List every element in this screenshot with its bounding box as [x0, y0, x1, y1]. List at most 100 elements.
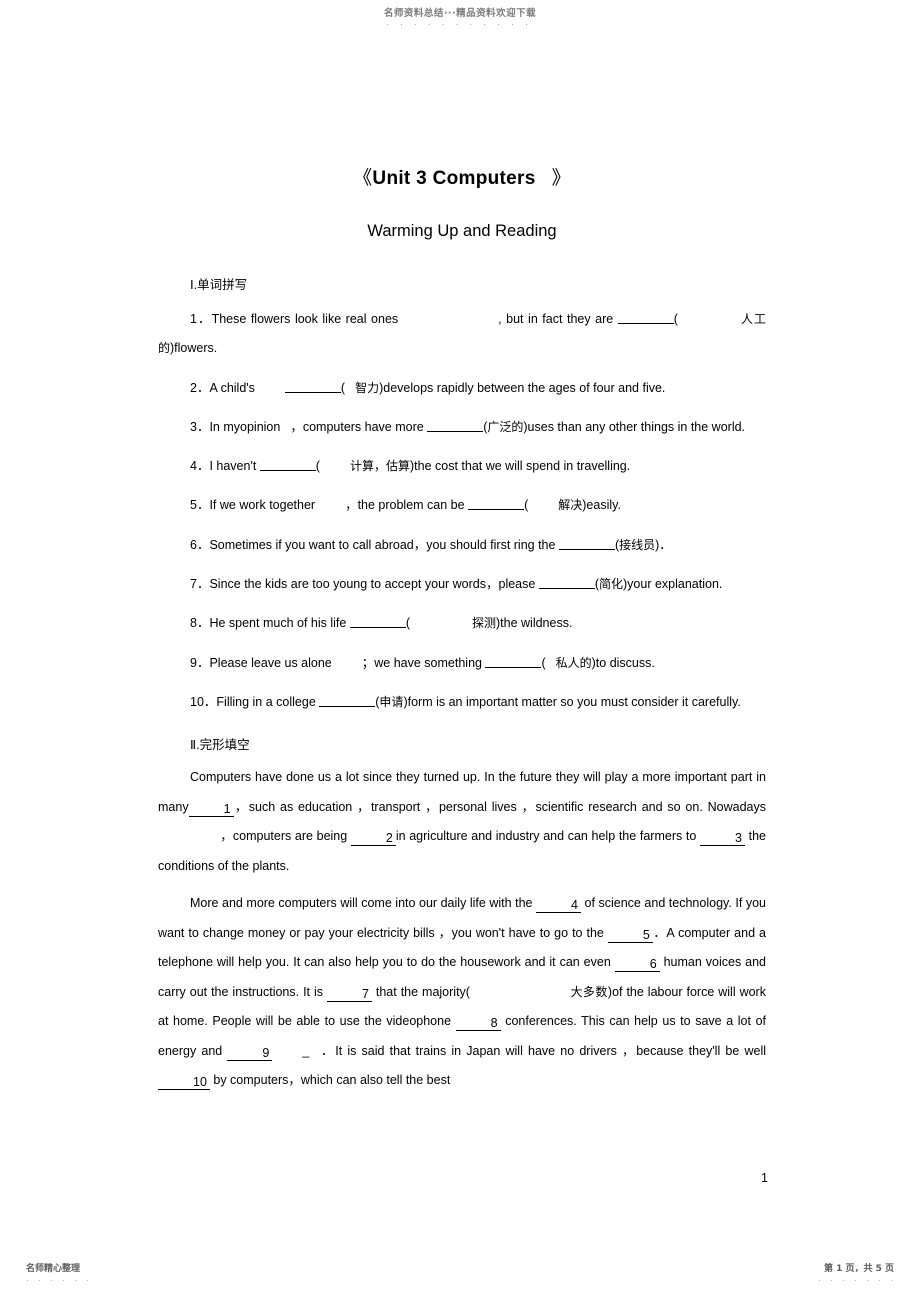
q5-text-3: )easily.: [582, 498, 621, 513]
cloze-paragraph-2: More and more computers will come into o…: [158, 896, 766, 1091]
cloze-p2-text-1: More and more computers will come into o…: [190, 896, 537, 911]
cloze-blank-1[interactable]: 1: [188, 802, 234, 817]
q1-text-1: These flowers look like real ones: [211, 312, 399, 326]
q8-number: 8．: [190, 616, 210, 631]
footer-right-dots: · · · · · · · ·: [818, 1276, 894, 1285]
q5-answer-blank[interactable]: [468, 498, 525, 511]
title-open-bracket: 《: [353, 168, 373, 189]
q6-text-3: )．: [655, 537, 672, 552]
title-text: Unit 3 Computers: [372, 168, 536, 189]
footer-right: 第 1 页，共 5 页 · · · · · · · ·: [818, 1264, 894, 1285]
q9-hint: 私人的: [555, 655, 592, 670]
cloze-p2-text-5: that the majority(: [371, 984, 470, 999]
page-number: 1: [761, 1171, 768, 1185]
q10-answer-blank[interactable]: [319, 695, 376, 707]
q9-text-1: Please leave us alone: [209, 655, 332, 670]
q1-number: 1．: [190, 312, 212, 326]
q3-text-2: ，computers have more: [290, 419, 428, 434]
q5-number: 5．: [190, 498, 210, 513]
cloze-blank-7[interactable]: 7: [326, 987, 372, 1002]
q6-answer-blank[interactable]: [558, 538, 615, 550]
question-item-8: 8．He spent much of his life (探测)the wild…: [190, 616, 573, 631]
section-one-heading: Ⅰ.单词拼写: [190, 278, 248, 292]
cloze-paragraph-1: Computers have done us a lot since they …: [158, 763, 766, 881]
cloze-blank-8[interactable]: 8: [455, 1017, 501, 1032]
document-page: 《Unit 3 Computers 》 Warming Up and Readin…: [0, 0, 920, 1303]
question-item-9: 9．Please leave us alone ；we have somethin…: [190, 655, 655, 670]
q2-text-3: )develops rapidly between the ages of fo…: [379, 380, 666, 395]
question-item-7: 7．Since the kids are too young to accept…: [190, 577, 723, 592]
cloze-hint-majority: 大多数: [569, 984, 608, 999]
q6-number: 6．: [190, 537, 210, 552]
footer-left-dots: · · · · · ·: [26, 1276, 88, 1285]
q5-text-1: If we work together: [209, 498, 316, 513]
q2-text-1: A child's: [209, 380, 255, 395]
section-two-heading: Ⅱ.完形填空: [190, 738, 250, 753]
q3-number: 3．: [190, 419, 210, 434]
footer-left-text: 名师精心整理: [26, 1264, 81, 1274]
q8-text-3: )the wildness.: [496, 616, 573, 631]
cloze-blank-6[interactable]: 6: [614, 958, 660, 973]
q8-answer-blank[interactable]: [349, 616, 406, 629]
q9-number: 9．: [190, 655, 210, 670]
q7-hint: 简化: [598, 577, 623, 592]
q10-hint: 申请: [379, 694, 404, 709]
q7-text-3: )your explanation.: [623, 577, 723, 592]
q4-text-3: )the cost that we will spend in travelli…: [409, 459, 631, 474]
q8-text-1: He spent much of his life: [209, 616, 350, 631]
title-close-bracket: 》: [551, 168, 571, 189]
q6-hint: 接线员: [619, 537, 656, 552]
cloze-blank-4[interactable]: 4: [536, 899, 581, 914]
q1-text-2: , but in fact they are: [498, 312, 618, 326]
q3-text-1: In myopinion: [209, 419, 281, 434]
q4-hint: 计算，估算: [349, 459, 410, 474]
question-item-2: 2．A child's(智力)develops rapidly between …: [190, 380, 666, 395]
q7-number: 7．: [190, 577, 210, 592]
q2-hint: 智力: [355, 380, 380, 395]
cloze-p2-text-8: ．It is said that trains in Japan will ha…: [319, 1043, 766, 1058]
q9-answer-blank[interactable]: [485, 656, 542, 668]
q9-text-2: ；we have something: [361, 655, 486, 670]
cloze-blank-9[interactable]: 9: [227, 1046, 273, 1061]
question-item-1: 1．These flowers look like real ones , but…: [158, 312, 766, 356]
q10-text-1: Filling in a college: [216, 694, 320, 709]
q1-answer-blank[interactable]: [617, 312, 674, 324]
watermark-footer: 名师精心整理 · · · · · · 第 1 页，共 5 页 · · · · ·…: [0, 1264, 920, 1296]
page-title: 《Unit 3 Computers 》: [158, 165, 766, 193]
cloze-p2-text-9: by computers，which can also tell the bes…: [209, 1073, 451, 1088]
q1-text-3: )flowers.: [170, 341, 218, 356]
q7-text-1: Since the kids are too young to accept y…: [209, 577, 539, 592]
q5-text-2: ，the problem can be: [345, 498, 469, 513]
q4-text-1: I haven't: [209, 459, 260, 474]
page-subtitle: Warming Up and Reading: [367, 222, 557, 240]
page-content: 《Unit 3 Computers 》 Warming Up and Readin…: [158, 0, 766, 1096]
q10-number: 10．: [190, 694, 217, 709]
cloze-blank-2[interactable]: 2: [350, 832, 396, 847]
q9-text-3: )to discuss.: [591, 655, 655, 670]
q3-answer-blank[interactable]: [427, 420, 484, 432]
cloze-p1-text-3: ，computers are being: [220, 829, 351, 844]
q6-text-1: Sometimes if you want to call abroad，you…: [209, 537, 559, 552]
q2-answer-blank[interactable]: [284, 381, 341, 393]
q3-text-3: )uses than any other things in the world…: [523, 419, 746, 434]
q3-hint: 广泛的: [487, 419, 524, 434]
q4-answer-blank[interactable]: [259, 459, 316, 472]
question-item-4: 4．I haven't (计算，估算)the cost that we will…: [190, 459, 631, 474]
cloze-blank-3[interactable]: 3: [699, 832, 745, 847]
question-item-6: 6．Sometimes if you want to call abroad，y…: [190, 537, 672, 552]
q8-hint: 探测: [471, 616, 496, 631]
question-item-5: 5．If we work together ，the problem can be…: [190, 498, 621, 513]
footer-right-text: 第 1 页，共 5 页: [823, 1264, 894, 1274]
q2-number: 2．: [190, 380, 210, 395]
q7-answer-blank[interactable]: [538, 577, 595, 590]
q10-text-3: )form is an important matter so you must…: [403, 694, 741, 709]
q5-hint: 解决: [558, 498, 583, 513]
q4-number: 4．: [190, 459, 210, 474]
cloze-p1-text-4: in agriculture and industry and can help…: [395, 829, 700, 844]
footer-left: 名师精心整理 · · · · · ·: [26, 1264, 88, 1285]
cloze-p1-text-2: ，such as education ，transport ，personal …: [233, 799, 766, 814]
question-item-3: 3．In myopinion ，computers have more (广泛的)…: [190, 419, 746, 434]
cloze-blank-5[interactable]: 5: [607, 928, 653, 943]
cloze-blank-10[interactable]: 10: [158, 1076, 210, 1091]
question-item-10: 10．Filling in a college (申请)form is an i…: [190, 694, 741, 709]
